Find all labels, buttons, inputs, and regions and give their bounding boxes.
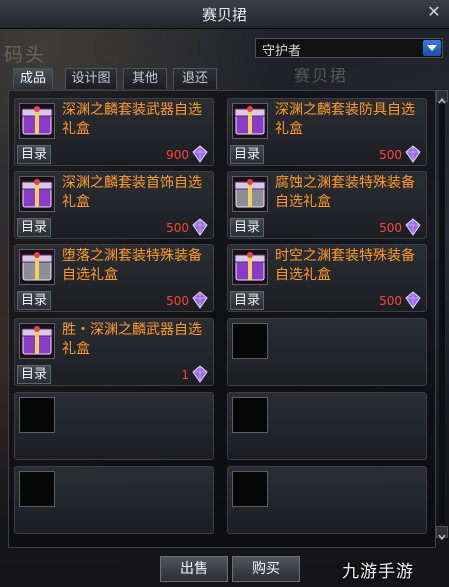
currency-crystal-icon [192, 218, 208, 236]
purple-gift-box-icon [233, 250, 267, 284]
tab-finished-goods[interactable]: 成品 [13, 68, 53, 89]
item-price: 500 [166, 294, 189, 308]
class-filter-dropdown[interactable]: 守护者 [255, 38, 443, 59]
currency-crystal-icon [192, 365, 208, 383]
empty-item-card [14, 392, 214, 460]
background-text-npc: 赛贝捃 [294, 66, 349, 85]
item-price: 500 [379, 148, 402, 162]
scroll-up-button[interactable] [436, 90, 448, 104]
catalog-button[interactable]: 目录 [17, 218, 51, 237]
purple-gift-box-icon [20, 324, 54, 358]
scroll-track[interactable] [439, 104, 445, 524]
item-name: 时空之渊套装特殊装备自选礼盒 [275, 248, 415, 283]
title-bar: 赛贝捃 ✕ [0, 0, 449, 29]
chevron-down-icon[interactable] [423, 40, 441, 56]
item-name: 堕落之渊套装特殊装备自选礼盒 [62, 248, 202, 283]
purple-gift-box-icon [20, 177, 54, 211]
purple-gift-box-icon [20, 104, 54, 138]
currency-crystal-icon [405, 291, 421, 309]
currency-crystal-icon [405, 218, 421, 236]
catalog-button[interactable]: 目录 [17, 145, 51, 164]
purple-gift-box-icon [233, 104, 267, 138]
scroll-down-button[interactable] [436, 526, 448, 541]
currency-crystal-icon [192, 145, 208, 163]
sell-button[interactable]: 出售 [160, 556, 228, 582]
item-price: 900 [166, 148, 189, 162]
item-name: 深渊之麟套装防具自选礼盒 [275, 102, 415, 137]
gray-gift-box-icon [20, 250, 54, 284]
currency-crystal-icon [192, 291, 208, 309]
item-price: 1 [181, 368, 189, 382]
item-name: 深渊之麟套装武器自选礼盒 [62, 102, 202, 137]
item-price: 500 [379, 294, 402, 308]
item-icon-slot[interactable] [19, 103, 55, 139]
currency-crystal-icon [405, 145, 421, 163]
tab-others[interactable]: 其他 [123, 68, 167, 89]
empty-item-slot [232, 471, 268, 507]
window-title: 赛贝捃 [201, 6, 247, 24]
shop-item-card[interactable]: 堕落之渊套装特殊装备自选礼盒 目录 500 [14, 244, 214, 312]
catalog-button[interactable]: 目录 [230, 145, 264, 164]
empty-item-slot [19, 471, 55, 507]
item-name: 胜・深渊之麟武器自选礼盒 [62, 322, 202, 357]
catalog-button[interactable]: 目录 [17, 365, 51, 384]
shop-item-card[interactable]: 胜・深渊之麟武器自选礼盒 目录 1 [14, 318, 214, 386]
empty-item-card [14, 466, 214, 534]
item-price: 500 [379, 221, 402, 235]
empty-item-slot [19, 397, 55, 433]
empty-item-card [227, 466, 427, 534]
item-name: 腐蚀之渊套装特殊装备自选礼盒 [275, 175, 415, 210]
scrollbar[interactable] [436, 90, 448, 541]
item-name: 深渊之麟套装首饰自选礼盒 [62, 175, 202, 210]
watermark-text: 九游手游 [342, 562, 414, 582]
close-button[interactable]: ✕ [425, 3, 443, 21]
item-icon-slot[interactable] [232, 176, 268, 212]
empty-item-card [227, 392, 427, 460]
catalog-button[interactable]: 目录 [230, 218, 264, 237]
shop-item-card[interactable]: 深渊之麟套装武器自选礼盒 目录 900 [14, 98, 214, 166]
background-text-dock: 码头 [4, 44, 47, 66]
item-icon-slot[interactable] [19, 176, 55, 212]
empty-item-slot [232, 323, 268, 359]
shop-item-card[interactable]: 深渊之麟套装防具自选礼盒 目录 500 [227, 98, 427, 166]
buy-button[interactable]: 购买 [232, 556, 300, 582]
item-icon-slot[interactable] [232, 249, 268, 285]
empty-item-card [227, 318, 427, 386]
shop-item-card[interactable]: 腐蚀之渊套装特殊装备自选礼盒 目录 500 [227, 171, 427, 239]
item-icon-slot[interactable] [19, 323, 55, 359]
tab-blueprints[interactable]: 设计图 [65, 68, 117, 89]
class-filter-value: 守护者 [262, 44, 302, 59]
item-icon-slot[interactable] [232, 103, 268, 139]
item-icon-slot[interactable] [19, 249, 55, 285]
shop-item-card[interactable]: 时空之渊套装特殊装备自选礼盒 目录 500 [227, 244, 427, 312]
item-price: 500 [166, 221, 189, 235]
tab-refund[interactable]: 退还 [173, 68, 217, 89]
catalog-button[interactable]: 目录 [230, 291, 264, 310]
catalog-button[interactable]: 目录 [17, 291, 51, 310]
shop-item-card[interactable]: 深渊之麟套装首饰自选礼盒 目录 500 [14, 171, 214, 239]
gray-gift-box-icon [233, 177, 267, 211]
empty-item-slot [232, 397, 268, 433]
